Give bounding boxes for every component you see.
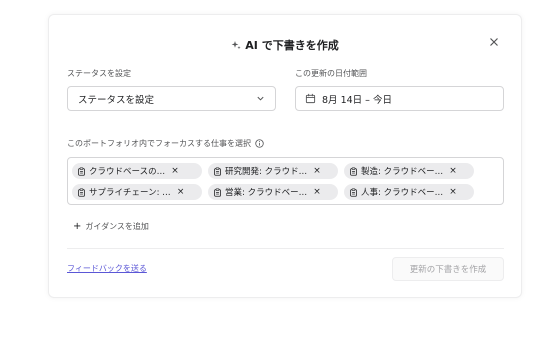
clipboard-icon — [349, 187, 358, 197]
status-select[interactable]: ステータスを設定 — [67, 86, 276, 111]
dialog-title-wrap: AI で下書きを作成 — [231, 37, 339, 53]
draft-dialog: AI で下書きを作成 ステータスを設定 ステータスを設定 この更新の日付範囲 8… — [48, 14, 522, 298]
focus-chip: 製造: クラウドベー… × — [344, 163, 474, 179]
plus-icon: + — [73, 221, 82, 232]
remove-chip-button[interactable]: × — [449, 187, 457, 197]
remove-chip-button[interactable]: × — [449, 166, 457, 176]
focus-chip: サプライチェーン: … × — [72, 184, 202, 200]
feedback-link[interactable]: フィードバックを送る — [67, 263, 147, 274]
date-range-value: 8月 14日 – 今日 — [322, 94, 392, 106]
chevron-down-icon — [257, 96, 264, 101]
clipboard-icon — [77, 187, 86, 197]
add-guidance-button[interactable]: + ガイダンスを追加 — [73, 221, 149, 232]
clipboard-icon — [77, 166, 86, 176]
clipboard-icon — [349, 166, 358, 176]
focus-chip-label: 製造: クラウドベー… — [361, 167, 444, 177]
remove-chip-button[interactable]: × — [313, 187, 321, 197]
remove-chip-button[interactable]: × — [171, 166, 179, 176]
close-button[interactable] — [487, 35, 501, 49]
focus-chip-label: 営業: クラウドベー… — [225, 188, 308, 198]
info-icon[interactable] — [255, 139, 264, 148]
calendar-icon — [305, 93, 316, 104]
dialog-header: AI で下書きを作成 — [49, 35, 521, 53]
dialog-title: AI で下書きを作成 — [245, 39, 339, 52]
focus-chip: クラウドベースの… × — [72, 163, 202, 179]
focus-chip-label: 人事: クラウドベー… — [361, 188, 444, 198]
close-icon — [490, 38, 498, 46]
focus-label-row: このポートフォリオ内でフォーカスする仕事を選択 — [67, 138, 264, 149]
footer-divider — [67, 248, 504, 249]
focus-work-selector[interactable]: クラウドベースの… × 研究開発: クラウド… × 製造: クラウドベー… × … — [67, 157, 504, 205]
remove-chip-button[interactable]: × — [313, 166, 321, 176]
focus-chip: 研究開発: クラウド… × — [208, 163, 338, 179]
create-draft-label: 更新の下書きを作成 — [409, 265, 487, 275]
date-range-field[interactable]: 8月 14日 – 今日 — [295, 86, 504, 111]
focus-chip: 人事: クラウドベー… × — [344, 184, 474, 200]
focus-chip-label: 研究開発: クラウド… — [225, 167, 308, 177]
clipboard-icon — [213, 187, 222, 197]
focus-chip-label: サプライチェーン: … — [89, 188, 171, 198]
focus-chip-label: クラウドベースの… — [89, 167, 166, 177]
date-range-label: この更新の日付範囲 — [295, 69, 367, 78]
focus-chip: 営業: クラウドベー… × — [208, 184, 338, 200]
status-select-value: ステータスを設定 — [78, 94, 155, 106]
focus-label: このポートフォリオ内でフォーカスする仕事を選択 — [67, 139, 251, 148]
remove-chip-button[interactable]: × — [177, 187, 185, 197]
sparkle-icon — [231, 40, 241, 50]
status-label: ステータスを設定 — [67, 69, 131, 78]
add-guidance-label: ガイダンスを追加 — [85, 222, 149, 231]
clipboard-icon — [213, 166, 222, 176]
create-draft-button[interactable]: 更新の下書きを作成 — [392, 257, 504, 281]
